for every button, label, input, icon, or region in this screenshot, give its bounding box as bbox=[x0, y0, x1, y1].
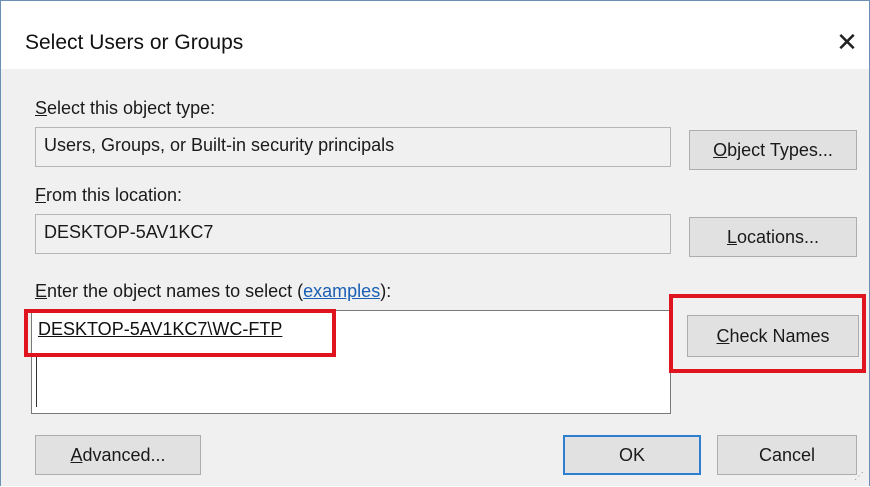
cancel-button[interactable]: Cancel bbox=[717, 435, 857, 475]
title-bar: Select Users or Groups ✕ bbox=[1, 1, 869, 69]
locations-button[interactable]: Locations... bbox=[689, 217, 857, 257]
location-label: From this location: bbox=[35, 185, 183, 205]
select-users-or-groups-dialog: Select Users or Groups ✕ Select this obj… bbox=[0, 0, 870, 486]
object-type-field: Users, Groups, or Built-in security prin… bbox=[35, 127, 671, 167]
object-names-input[interactable]: DESKTOP-5AV1KC7\WC-FTP bbox=[31, 310, 671, 414]
advanced-button[interactable]: Advanced... bbox=[35, 435, 201, 475]
close-icon[interactable]: ✕ bbox=[829, 27, 865, 57]
resize-grip-icon[interactable]: ⋰ bbox=[854, 471, 866, 483]
entered-object-name: DESKTOP-5AV1KC7\WC-FTP bbox=[38, 319, 283, 339]
dialog-title: Select Users or Groups bbox=[25, 31, 244, 54]
examples-link[interactable]: examples bbox=[303, 281, 380, 301]
ok-button[interactable]: OK bbox=[563, 435, 701, 475]
location-field: DESKTOP-5AV1KC7 bbox=[35, 214, 671, 254]
object-type-label: Select this object type: bbox=[35, 98, 216, 118]
text-caret bbox=[36, 355, 37, 407]
check-names-button[interactable]: Check Names bbox=[687, 315, 859, 357]
object-names-label: Enter the object names to select (exampl… bbox=[35, 281, 392, 301]
object-types-button[interactable]: Object Types... bbox=[689, 130, 857, 170]
